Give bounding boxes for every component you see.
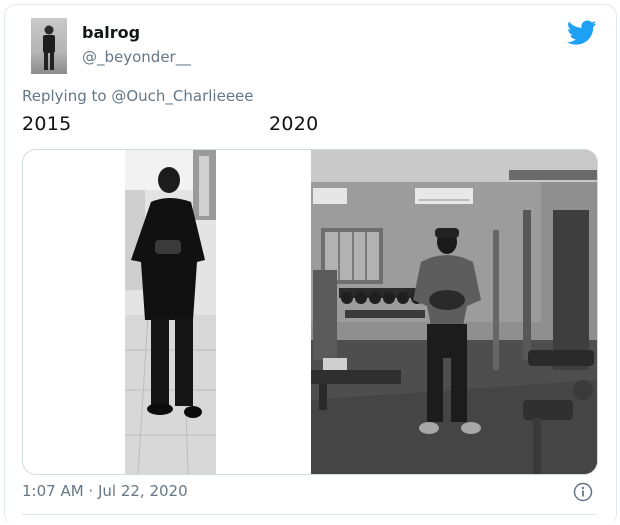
replying-prefix: Replying to xyxy=(22,87,107,105)
replying-to: Replying to @Ouch_Charlieeee xyxy=(22,87,254,105)
media-photos xyxy=(23,150,597,474)
label-after: 2020 xyxy=(269,113,319,135)
photo-2020 xyxy=(311,150,597,474)
avatar-figure xyxy=(43,25,55,70)
avatar[interactable] xyxy=(31,18,67,74)
divider xyxy=(22,514,596,515)
label-before: 2015 xyxy=(22,113,72,135)
tweet-timestamp[interactable]: 1:07 AM · Jul 22, 2020 xyxy=(22,482,188,500)
author-handle[interactable]: @_beyonder__ xyxy=(82,48,191,66)
photo-2015 xyxy=(125,150,216,474)
twitter-bird-icon[interactable] xyxy=(567,20,597,46)
replying-to-link[interactable]: @Ouch_Charlieeee xyxy=(111,87,253,105)
tweet-media[interactable] xyxy=(22,149,598,475)
info-icon[interactable] xyxy=(573,482,593,502)
author-name[interactable]: balrog xyxy=(82,23,140,42)
